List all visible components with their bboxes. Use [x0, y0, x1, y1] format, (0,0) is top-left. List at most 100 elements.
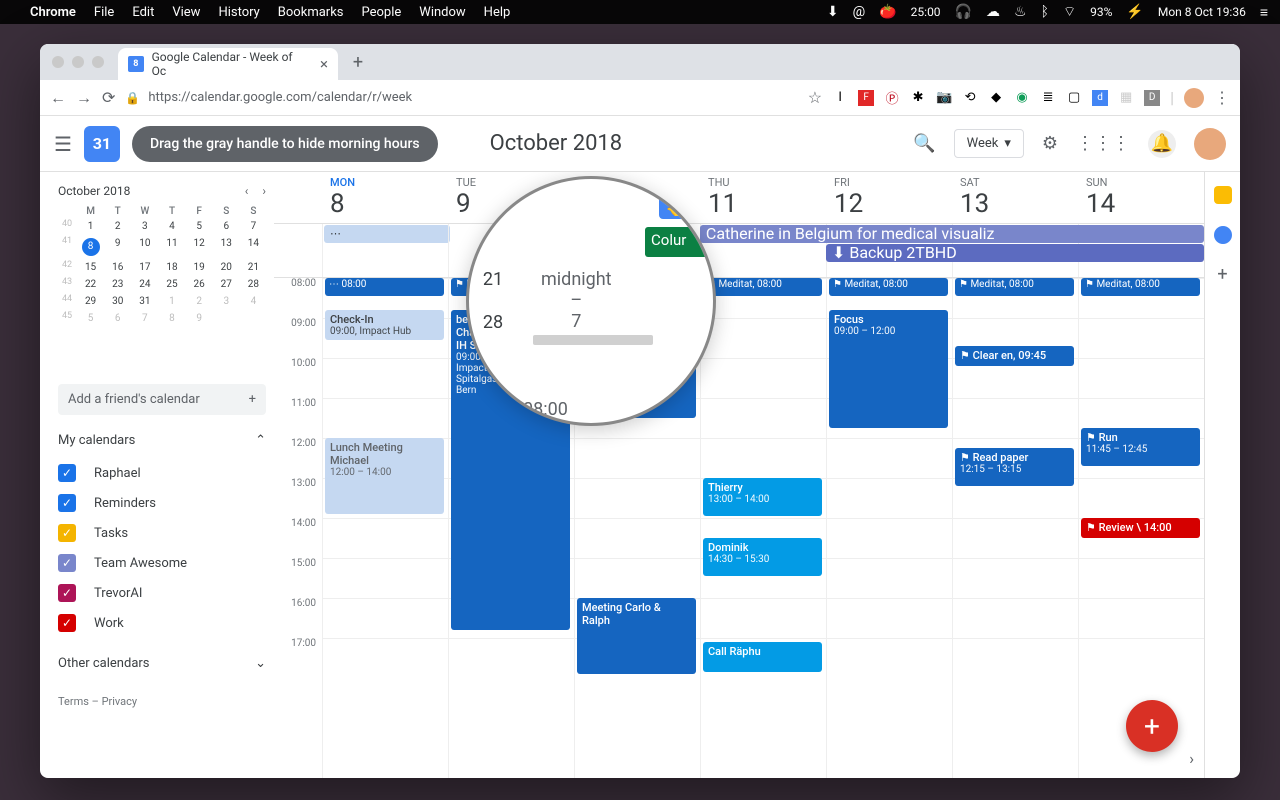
ext-icon[interactable]: I — [832, 90, 848, 106]
view-selector[interactable]: Week ▾ — [954, 129, 1024, 158]
ext-icon[interactable]: ◉ — [1014, 90, 1030, 106]
calendar-logo[interactable]: 31 — [84, 126, 120, 162]
other-calendars-toggle[interactable]: Other calendars ⌄ — [58, 656, 266, 671]
calendar-event[interactable]: ⚑ Clear en, 09:45 — [955, 346, 1074, 366]
calendar-checkbox[interactable]: ✓ — [58, 524, 76, 542]
mini-day[interactable]: 6 — [214, 219, 239, 234]
battery-icon[interactable]: ⚡ — [1126, 4, 1143, 20]
mini-day[interactable]: 25 — [159, 277, 184, 292]
footer-links[interactable]: Terms – Privacy — [58, 695, 266, 708]
window-controls[interactable] — [52, 56, 104, 68]
cloud-icon[interactable]: ☁ — [986, 4, 1000, 20]
mini-day[interactable]: 3 — [132, 219, 157, 234]
url-field[interactable]: 🔒 https://calendar.google.com/calendar/r… — [125, 90, 797, 105]
create-event-fab[interactable]: + — [1126, 700, 1178, 752]
mini-day[interactable]: 4 — [241, 294, 266, 309]
calendar-checkbox[interactable]: ✓ — [58, 494, 76, 512]
calendar-event[interactable]: Check-In09:00, Impact Hub — [325, 310, 444, 340]
mini-day[interactable]: 16 — [105, 260, 130, 275]
dropbox-icon[interactable]: ⬇ — [827, 4, 839, 20]
calendar-checkbox[interactable]: ✓ — [58, 464, 76, 482]
calendar-event[interactable]: Lunch Meeting Michael12:00 – 14:00 — [325, 438, 444, 514]
camera-icon[interactable]: 📷 — [936, 90, 952, 106]
mini-day[interactable]: 6 — [105, 311, 130, 326]
mini-day[interactable]: 1 — [78, 219, 103, 234]
menu-history[interactable]: History — [218, 5, 259, 20]
mini-day[interactable]: 7 — [241, 219, 266, 234]
ext-icon[interactable]: F — [858, 90, 874, 106]
calendar-item[interactable]: ✓Reminders — [58, 488, 266, 518]
browser-tab[interactable]: 8 Google Calendar - Week of Oc × — [118, 48, 338, 80]
ext-icon[interactable]: ⟲ — [962, 90, 978, 106]
menu-icon[interactable]: ⋮ — [1214, 88, 1230, 107]
menu-file[interactable]: File — [94, 5, 114, 20]
mini-day[interactable]: 21 — [241, 260, 266, 275]
mini-day[interactable]: 31 — [132, 294, 157, 309]
mini-day[interactable]: 3 — [214, 294, 239, 309]
mini-day[interactable]: 5 — [78, 311, 103, 326]
day-column[interactable]: ⚑ Meditat, 08:00Focus09:00 – 12:00 — [826, 278, 952, 778]
next-month-icon[interactable]: › — [262, 184, 266, 198]
ext-icon[interactable]: d — [1092, 90, 1108, 106]
pinterest-icon[interactable]: Ⓟ — [884, 90, 900, 106]
bluetooth-icon[interactable]: ᛒ — [1041, 4, 1049, 20]
apps-icon[interactable]: ⋮⋮⋮ — [1076, 133, 1130, 154]
mini-day[interactable]: 2 — [187, 294, 212, 309]
day-column[interactable]: ⋯ 08:00Check-In09:00, Impact HubLunch Me… — [322, 278, 448, 778]
headphones-icon[interactable]: 🎧 — [955, 4, 972, 20]
user-avatar[interactable] — [1194, 128, 1226, 160]
mini-day[interactable]: 30 — [105, 294, 130, 309]
ext-icon[interactable]: D — [1144, 90, 1160, 106]
reload-icon[interactable]: ⟳ — [102, 88, 115, 107]
hamburger-icon[interactable]: ☰ — [54, 132, 72, 156]
mini-day[interactable]: 24 — [132, 277, 157, 292]
calendar-event[interactable]: Meeting Carlo & Ralph — [577, 598, 696, 674]
gear-icon[interactable]: ⚙ — [1042, 133, 1058, 154]
menu-window[interactable]: Window — [419, 5, 465, 20]
drag-handle[interactable] — [533, 335, 653, 345]
ext-icon[interactable]: ≣ — [1040, 90, 1056, 106]
menu-bookmarks[interactable]: Bookmarks — [278, 5, 344, 20]
allday-backup[interactable]: ⬇ Backup 2TBHD — [826, 244, 1204, 262]
ext-icon[interactable]: ◆ — [988, 90, 1004, 106]
mini-day[interactable]: 10 — [132, 236, 157, 258]
menu-edit[interactable]: Edit — [132, 5, 154, 20]
add-addon-icon[interactable]: + — [1214, 266, 1232, 284]
mini-day[interactable]: 14 — [241, 236, 266, 258]
mini-day[interactable] — [241, 311, 266, 326]
mini-day[interactable]: 17 — [132, 260, 157, 275]
mini-day[interactable]: 9 — [105, 236, 130, 258]
flame-icon[interactable]: ♨ — [1014, 4, 1027, 20]
close-tab-icon[interactable]: × — [320, 55, 328, 73]
day-column[interactable]: ⚑ Meditat, 08:00⚑ Clear en, 09:45⚑ Read … — [952, 278, 1078, 778]
star-icon[interactable]: ☆ — [808, 88, 822, 107]
calendar-event[interactable]: ⚑ Review \ 14:00 — [1081, 518, 1200, 538]
calendar-event[interactable]: Call Räphu — [703, 642, 822, 672]
menu-view[interactable]: View — [172, 5, 200, 20]
calendar-event[interactable]: ⚑ Meditat, 08:00 — [955, 278, 1074, 296]
tasks-icon[interactable] — [1214, 226, 1232, 244]
keep-icon[interactable] — [1214, 186, 1232, 204]
mini-day[interactable]: 2 — [105, 219, 130, 234]
menu-people[interactable]: People — [362, 5, 402, 20]
calendar-item[interactable]: ✓Team Awesome — [58, 548, 266, 578]
mini-day[interactable]: 8 — [78, 236, 103, 258]
ext-icon[interactable]: ▢ — [1066, 90, 1082, 106]
mini-day[interactable]: 18 — [159, 260, 184, 275]
calendar-event[interactable]: ⚑ Meditat, 08:00 — [703, 278, 822, 296]
allday-catherine[interactable]: Catherine in Belgium for medical visuali… — [700, 225, 1204, 243]
calendar-event[interactable]: ⚑ Meditat, 08:00 — [1081, 278, 1200, 296]
allday-event[interactable]: ⋯ — [324, 225, 450, 243]
day-header[interactable]: Thu11 — [700, 172, 826, 223]
day-header[interactable]: Sat13 — [952, 172, 1078, 223]
bell-icon[interactable]: 🔔 — [1148, 130, 1176, 158]
calendar-checkbox[interactable]: ✓ — [58, 614, 76, 632]
add-friend-input[interactable]: Add a friend's calendar + — [58, 384, 266, 415]
calendar-event[interactable]: Focus09:00 – 12:00 — [829, 310, 948, 428]
at-icon[interactable]: @ — [853, 4, 866, 20]
calendar-item[interactable]: ✓TrevorAI — [58, 578, 266, 608]
mini-day[interactable]: 4 — [159, 219, 184, 234]
day-header[interactable]: Sun14 — [1078, 172, 1204, 223]
mini-day[interactable]: 13 — [214, 236, 239, 258]
mini-day[interactable]: 20 — [214, 260, 239, 275]
